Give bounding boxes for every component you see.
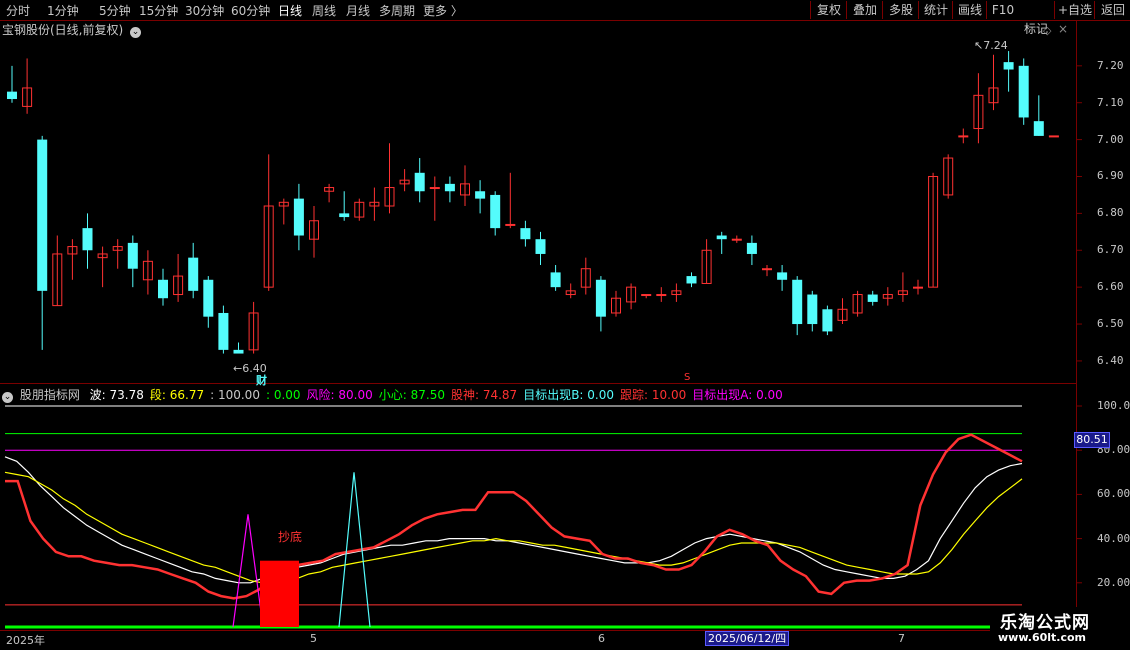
indicator-name: 股朋指标网 bbox=[19, 388, 80, 402]
s-marker: S bbox=[684, 372, 691, 383]
price-tick: 6.60 bbox=[1097, 280, 1124, 294]
chevron-down-circle-icon[interactable]: ⌄ bbox=[2, 392, 13, 403]
price-tick: 6.70 bbox=[1097, 243, 1124, 257]
candle-body-down bbox=[414, 172, 425, 192]
cursor-date-label: 2025/06/12/四 bbox=[705, 631, 790, 646]
diamond-icon[interactable]: ◇ bbox=[1043, 24, 1051, 37]
candle-body-down bbox=[535, 239, 546, 254]
candle-body-down bbox=[1033, 121, 1044, 136]
x-label-may: 5 bbox=[310, 632, 317, 645]
indicator-value-5: 小心: 87.50 bbox=[378, 388, 445, 402]
candle-body-down bbox=[520, 228, 531, 240]
candle-body-down bbox=[595, 279, 606, 317]
current-value-box: 80.51 bbox=[1074, 432, 1110, 448]
candle-body-down bbox=[444, 183, 455, 192]
bottom-signal-label: 抄底 bbox=[278, 530, 303, 544]
watermark-title: 乐淘公式网 bbox=[1000, 613, 1090, 633]
indicator-value-0: 波: 73.78 bbox=[89, 388, 144, 402]
indicator-value-7: 目标出现B: 0.00 bbox=[523, 388, 615, 402]
indicator-value-3: : 0.00 bbox=[265, 388, 301, 402]
indicator-value-2: : 100.00 bbox=[210, 388, 260, 402]
candle-body-down bbox=[475, 191, 486, 199]
indicator-line-bo bbox=[4, 456, 1023, 584]
candle-body-down bbox=[293, 198, 304, 236]
candle-body-down bbox=[792, 279, 803, 325]
indicator-value-9: 目标出现A: 0.00 bbox=[692, 388, 783, 402]
candle-body-down bbox=[233, 349, 244, 354]
candle-body-down bbox=[188, 257, 199, 291]
indicator-tick: 60.00 bbox=[1097, 487, 1130, 501]
candle-body-down bbox=[1003, 62, 1014, 70]
candle-body-down bbox=[1018, 65, 1029, 118]
indicator-line-gushen bbox=[5, 433, 1023, 600]
x-label-year: 2025年 bbox=[6, 634, 45, 647]
candle-body-up bbox=[762, 268, 772, 271]
candle-body-up bbox=[505, 223, 516, 226]
main-kline-chart bbox=[0, 20, 1130, 631]
price-tick: 7.00 bbox=[1097, 132, 1124, 146]
candle-body-up bbox=[958, 135, 969, 138]
candle-body-down bbox=[82, 228, 93, 251]
candle-body-down bbox=[490, 194, 501, 229]
watermark: 乐淘公式网 www.60lt.com bbox=[990, 607, 1130, 650]
candle-body-up bbox=[1048, 135, 1059, 138]
indicator-value-6: 股神: 74.87 bbox=[450, 388, 518, 402]
candle-body-down bbox=[37, 139, 48, 291]
x-label-july: 7 bbox=[898, 632, 905, 645]
candle-body-up bbox=[913, 286, 923, 289]
candle-body-up bbox=[429, 187, 440, 190]
indicator-line-duan bbox=[4, 471, 1023, 584]
watermark-url: www.60lt.com bbox=[998, 631, 1087, 644]
price-tick: 7.20 bbox=[1097, 58, 1124, 72]
candle-body-down bbox=[777, 272, 788, 280]
candle-body-down bbox=[746, 242, 757, 254]
indicator-value-4: 风险: 80.00 bbox=[306, 388, 373, 402]
price-tick: 6.50 bbox=[1097, 317, 1124, 331]
candle-body-up bbox=[641, 294, 652, 297]
price-tick: 6.90 bbox=[1097, 169, 1124, 183]
candle-body-down bbox=[218, 312, 229, 350]
candle-body-up bbox=[656, 294, 667, 297]
indicator-value-8: 跟踪: 10.00 bbox=[620, 388, 687, 402]
x-label-june: 6 bbox=[598, 632, 605, 645]
candle-body-down bbox=[867, 294, 878, 302]
candle-body-up bbox=[731, 238, 742, 241]
price-tick: 7.10 bbox=[1097, 95, 1124, 109]
indicator-values: 波: 73.78 段: 66.77 : 100.00 : 0.00 风险: 80.00 小… bbox=[90, 388, 789, 402]
close-icon[interactable]: × bbox=[1058, 22, 1068, 36]
indicator-title-bar: ⌄ 股朋指标网 波: 73.78 段: 66.77 : 100.00 : 0.00 风险… bbox=[2, 386, 789, 403]
candle-body-down bbox=[550, 272, 561, 288]
indicator-tick: 20.00 bbox=[1097, 575, 1130, 589]
candle-body-down bbox=[7, 91, 17, 100]
candle-body-down bbox=[686, 276, 697, 284]
candle-body-down bbox=[716, 235, 727, 240]
indicator-tick: 100.0 bbox=[1097, 399, 1130, 412]
high-price-label: ↖7.24 bbox=[974, 39, 1008, 52]
target-a-spike bbox=[232, 514, 264, 628]
candle-body-down bbox=[822, 309, 833, 332]
price-tick: 6.40 bbox=[1097, 353, 1124, 367]
candle-body-down bbox=[127, 242, 138, 269]
indicator-value-1: 段: 66.77 bbox=[149, 388, 205, 402]
candle-body-down bbox=[203, 279, 214, 317]
candle-body-down bbox=[339, 213, 350, 218]
candle-body-down bbox=[158, 279, 168, 299]
indicator-tick: 40.00 bbox=[1097, 531, 1130, 545]
bottom-signal-bar bbox=[260, 560, 299, 627]
candle-body-down bbox=[807, 294, 818, 325]
price-tick: 6.80 bbox=[1097, 206, 1124, 220]
